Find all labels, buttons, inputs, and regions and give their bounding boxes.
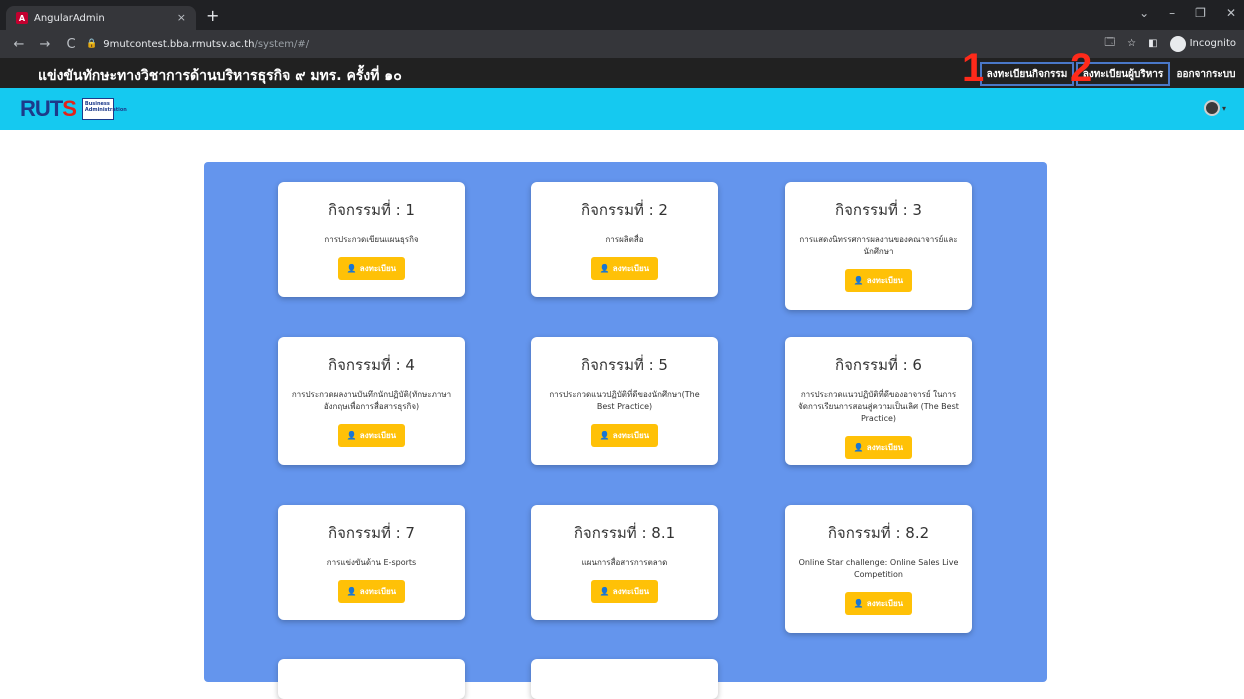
activity-description: การแข่งขันด้าน E-sports — [326, 558, 417, 567]
activity-description: การแสดงนิทรรศการผลงานของคณาจารย์และนักศึ… — [799, 235, 958, 256]
tab-close-icon[interactable]: × — [177, 11, 186, 24]
close-window-icon[interactable]: ✕ — [1226, 6, 1236, 20]
person-add-icon: 👤 — [599, 587, 610, 596]
tab-search-icon[interactable]: ⌄ — [1139, 6, 1149, 20]
url-host: 9mutcontest.bba.rmutsv.ac.th — [103, 38, 255, 50]
incognito-label: Incognito — [1189, 38, 1236, 49]
logout-button[interactable]: ออกจากระบบ — [1174, 62, 1238, 86]
forward-icon[interactable]: → — [38, 37, 52, 52]
activity-title: กิจกรรมที่ : 5 — [581, 356, 668, 374]
app-header: แข่งขันทักษะทางวิชาการด้านบริหารธุรกิจ ๙… — [0, 58, 1244, 88]
activity-title: กิจกรรมที่ : 3 — [835, 201, 922, 219]
activity-title: กิจกรรมที่ : 7 — [328, 524, 415, 542]
register-button[interactable]: 👤 ลงทะเบียน — [338, 424, 405, 447]
activity-description: การประกวดแนวปฏิบัติที่ดีของอาจารย์ ในการ… — [798, 390, 959, 423]
browser-toolbar-right: 🗔 ☆ ◧ Incognito — [1104, 35, 1236, 52]
register-button[interactable]: 👤 ลงทะเบียน — [845, 436, 912, 459]
activity-description: การผลิตสื่อ — [605, 235, 644, 244]
register-button-label: ลงทะเบียน — [359, 587, 397, 596]
activity-card: กิจกรรมที่ : 1 การประกวดเขียนแผนธุรกิจ 👤 ลง… — [278, 182, 465, 297]
activity-description: Online Star challenge: Online Sales Live… — [798, 558, 959, 579]
register-button-label: ลงทะเบียน — [612, 264, 650, 273]
user-menu[interactable]: ▾ — [1203, 100, 1226, 116]
user-avatar-icon — [1203, 100, 1220, 116]
activity-card: กิจกรรมที่ : 2 การผลิตสื่อ 👤 ลงทะเบียน — [531, 182, 718, 297]
register-button[interactable]: 👤 ลงทะเบียน — [591, 257, 658, 280]
register-button-label: ลงทะเบียน — [866, 599, 904, 608]
activity-card-partial — [278, 659, 465, 699]
person-add-icon: 👤 — [346, 587, 357, 596]
activity-title: กิจกรรมที่ : 8.2 — [827, 524, 930, 542]
register-activity-button[interactable]: ลงทะเบียนกิจกรรม — [980, 62, 1074, 86]
logo-badge: Business Administration — [81, 98, 127, 120]
register-button-label: ลงทะเบียน — [612, 587, 650, 596]
register-button-label: ลงทะเบียน — [612, 431, 650, 440]
activity-card: กิจกรรมที่ : 6 การประกวดแนวปฏิบัติที่ดีขอ… — [785, 337, 972, 465]
angular-favicon-icon: A — [16, 12, 28, 24]
register-button-label: ลงทะเบียน — [359, 264, 397, 273]
annotation-number-1: 1 — [962, 46, 985, 90]
activity-card: กิจกรรมที่ : 4 การประกวดผลงานบันทึกนักปฏิ… — [278, 337, 465, 465]
person-add-icon: 👤 — [346, 264, 357, 273]
person-add-icon: 👤 — [346, 431, 357, 440]
browser-tab[interactable]: A AngularAdmin × — [6, 6, 196, 30]
activity-title: กิจกรรมที่ : 2 — [581, 201, 668, 219]
register-button[interactable]: 👤 ลงทะเบียน — [845, 592, 912, 615]
person-add-icon: 👤 — [853, 599, 864, 608]
register-button[interactable]: 👤 ลงทะเบียน — [338, 580, 405, 603]
activity-description: การประกวดแนวปฏิบัติที่ดีของนักศึกษา(The … — [549, 390, 700, 411]
url-path: /system/#/ — [254, 38, 310, 50]
activity-card: กิจกรรมที่ : 7 การแข่งขันด้าน E-sports 👤 ลง… — [278, 505, 465, 620]
register-button-label: ลงทะเบียน — [359, 431, 397, 440]
register-button[interactable]: 👤 ลงทะเบียน — [338, 257, 405, 280]
register-button[interactable]: 👤 ลงทะเบียน — [591, 424, 658, 447]
minimize-icon[interactable]: – — [1169, 6, 1175, 20]
activity-description: การประกวดเขียนแผนธุรกิจ — [324, 235, 419, 244]
back-icon[interactable]: ← — [12, 37, 26, 52]
register-button[interactable]: 👤 ลงทะเบียน — [845, 269, 912, 292]
bookmark-star-icon[interactable]: ☆ — [1127, 38, 1136, 49]
incognito-indicator[interactable]: Incognito — [1169, 35, 1236, 52]
reload-icon[interactable]: C — [64, 37, 78, 52]
activity-title: กิจกรรมที่ : 4 — [328, 356, 415, 374]
activity-card: กิจกรรมที่ : 8.1 แผนการสื่อสารการตลาด 👤 ลงท… — [531, 505, 718, 620]
lock-icon: 🔒 — [86, 39, 98, 49]
caret-down-icon: ▾ — [1221, 103, 1226, 113]
register-button[interactable]: 👤 ลงทะเบียน — [591, 580, 658, 603]
activity-card: กิจกรรมที่ : 3 การแสดงนิทรรศการผลงานของคณ… — [785, 182, 972, 310]
restore-icon[interactable]: ❐ — [1195, 6, 1206, 20]
rmuts-logo: RUTS Business Administration — [20, 96, 127, 122]
annotation-number-2: 2 — [1070, 46, 1093, 90]
activity-description: แผนการสื่อสารการตลาด — [581, 558, 668, 567]
activity-card-partial — [531, 659, 718, 699]
brand-bar: RUTS Business Administration ▾ — [0, 88, 1244, 130]
person-add-icon: 👤 — [853, 443, 864, 452]
translate-icon[interactable]: 🗔 — [1104, 35, 1115, 52]
activity-card: กิจกรรมที่ : 5 การประกวดแนวปฏิบัติที่ดีขอ… — [531, 337, 718, 465]
activity-panel: กิจกรรมที่ : 1 การประกวดเขียนแผนธุรกิจ 👤 ลง… — [204, 162, 1047, 699]
incognito-icon — [1169, 35, 1186, 52]
activity-title: กิจกรรมที่ : 1 — [328, 201, 415, 219]
activity-title: กิจกรรมที่ : 8.1 — [573, 524, 676, 542]
register-button-label: ลงทะเบียน — [866, 443, 904, 452]
person-add-icon: 👤 — [599, 431, 610, 440]
activity-description: การประกวดผลงานบันทึกนักปฏิบัติ(ทักษะภาษา… — [291, 390, 452, 411]
browser-tab-bar: A AngularAdmin × + ⌄ – ❐ ✕ — [0, 0, 1244, 30]
url-input[interactable]: 🔒 9mutcontest.bba.rmutsv.ac.th /system/#… — [86, 34, 1086, 54]
new-tab-icon[interactable]: + — [206, 6, 219, 25]
activity-title: กิจกรรมที่ : 6 — [835, 356, 922, 374]
tab-title: AngularAdmin — [34, 12, 105, 24]
window-controls: ⌄ – ❐ ✕ — [1139, 6, 1236, 20]
logo-text: RUTS — [20, 96, 77, 121]
browser-address-bar: ← → C 🔒 9mutcontest.bba.rmutsv.ac.th /sy… — [0, 30, 1244, 58]
side-panel-icon[interactable]: ◧ — [1148, 38, 1157, 49]
person-add-icon: 👤 — [599, 264, 610, 273]
page-title: แข่งขันทักษะทางวิชาการด้านบริหารธุรกิจ ๙… — [38, 68, 402, 84]
person-add-icon: 👤 — [853, 276, 864, 285]
register-button-label: ลงทะเบียน — [866, 276, 904, 285]
activity-card: กิจกรรมที่ : 8.2 Online Star challenge: O… — [785, 505, 972, 633]
